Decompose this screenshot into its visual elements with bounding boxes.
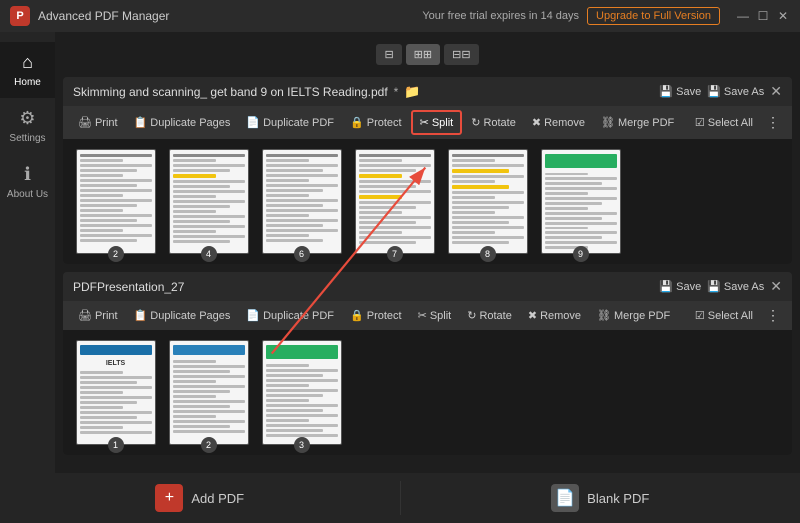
pdf2-remove-btn[interactable]: ✖ Remove — [521, 305, 588, 326]
add-pdf-icon: + — [155, 484, 183, 512]
pdf2-merge-btn[interactable]: ⛓ Merge PDF — [590, 305, 677, 326]
pdf1-split-btn[interactable]: ✂ Split — [411, 110, 463, 135]
pdf1-duplicate-pages-btn[interactable]: 📋 Duplicate Pages — [127, 112, 238, 133]
pdf2-header: PDFPresentation_27 💾 Save 💾 Save As ✕ — [63, 272, 792, 301]
pdf1-more-btn[interactable]: ⋮ — [762, 112, 784, 133]
sidebar-item-about[interactable]: ℹ About Us — [0, 154, 55, 210]
view-btn-3[interactable]: ⊟⊟ — [444, 44, 478, 65]
settings-icon: ⚙ — [19, 108, 35, 129]
content-area: ⊟ ⊞⊞ ⊟⊟ Skimming and scanning_ get band … — [55, 32, 800, 473]
add-pdf-button[interactable]: + Add PDF — [0, 473, 400, 523]
pdf1-protect-btn[interactable]: 🔒 Protect — [343, 112, 409, 133]
pdf1-pages: 2 — [63, 139, 792, 264]
pdf2-saveas-btn[interactable]: 💾 Save As — [707, 280, 764, 293]
rotate-icon: ↻ — [471, 116, 480, 129]
pdf2-split-btn[interactable]: ✂ Split — [411, 305, 459, 326]
protect2-icon: 🔒 — [350, 309, 364, 322]
checkbox2-icon: ☑ — [695, 309, 705, 322]
pdf1-close-btn[interactable]: ✕ — [770, 83, 782, 100]
page-thumb[interactable]: 9 — [538, 149, 623, 254]
page-thumb[interactable]: 2 — [73, 149, 158, 254]
add-pdf-label: Add PDF — [191, 491, 244, 506]
pdf1-print-btn[interactable]: 🖨 Print — [71, 112, 125, 133]
dup-pdf2-icon: 📄 — [246, 309, 260, 322]
split-icon: ✂ — [420, 116, 429, 129]
pdf1-title: Skimming and scanning_ get band 9 on IEL… — [73, 85, 388, 99]
sidebar-label-settings: Settings — [9, 133, 45, 144]
upgrade-button[interactable]: Upgrade to Full Version — [587, 7, 720, 25]
save-icon: 💾 — [659, 85, 673, 98]
info-icon: ℹ — [24, 164, 31, 185]
pdf-block-1: Skimming and scanning_ get band 9 on IEL… — [63, 77, 792, 264]
sidebar-label-home: Home — [14, 77, 41, 88]
blank-pdf-button[interactable]: 📄 Blank PDF — [401, 473, 800, 523]
page-thumb[interactable]: 7 — [352, 149, 437, 254]
pdf2-close-btn[interactable]: ✕ — [770, 278, 782, 295]
pdf1-header: Skimming and scanning_ get band 9 on IEL… — [63, 77, 792, 106]
bottom-bar: + Add PDF 📄 Blank PDF — [0, 473, 800, 523]
pdf2-protect-btn[interactable]: 🔒 Protect — [343, 305, 409, 326]
pdf1-merge-btn[interactable]: ⛓ Merge PDF — [594, 112, 681, 133]
pdf2-pages: IELTS — [63, 330, 792, 455]
close-button[interactable]: ✕ — [776, 9, 790, 23]
save2-icon: 💾 — [659, 280, 673, 293]
maximize-button[interactable]: ☐ — [756, 9, 770, 23]
pdf2-save-btn[interactable]: 💾 Save — [659, 280, 701, 293]
duplicate-pages-icon: 📋 — [134, 116, 148, 129]
pdf1-select-all-btn[interactable]: ☑ Select All — [688, 112, 760, 133]
merge-icon: ⛓ — [601, 116, 615, 129]
page-thumb[interactable]: IELTS — [73, 340, 158, 445]
pdf1-saveas-btn[interactable]: 💾 Save As — [707, 85, 764, 98]
page-thumb[interactable]: 3 — [259, 340, 344, 445]
sidebar: ⌂ Home ⚙ Settings ℹ About Us — [0, 32, 55, 473]
pdf1-save-btn[interactable]: 💾 Save — [659, 85, 701, 98]
rotate2-icon: ↻ — [467, 309, 476, 322]
pdf2-print-btn[interactable]: 🖨 Print — [71, 305, 125, 326]
print2-icon: 🖨 — [78, 309, 92, 322]
pdf1-folder-icon[interactable]: 📁 — [404, 84, 420, 100]
merge2-icon: ⛓ — [597, 309, 611, 322]
remove2-icon: ✖ — [528, 309, 537, 322]
checkbox-icon: ☑ — [695, 116, 705, 129]
trial-text: Your free trial expires in 14 days — [422, 10, 579, 22]
pdf2-more-btn[interactable]: ⋮ — [762, 305, 784, 326]
app-title: Advanced PDF Manager — [38, 9, 169, 23]
sidebar-item-home[interactable]: ⌂ Home — [0, 42, 55, 98]
print-icon: 🖨 — [78, 116, 92, 129]
pdf2-toolbar: 🖨 Print 📋 Duplicate Pages 📄 Duplicate PD… — [63, 301, 792, 330]
dup-pages2-icon: 📋 — [134, 309, 148, 322]
page-thumb[interactable]: 8 — [445, 149, 530, 254]
pdf1-modified-indicator: * — [394, 85, 399, 99]
pdf1-duplicate-pdf-btn[interactable]: 📄 Duplicate PDF — [239, 112, 341, 133]
page-thumb[interactable]: 4 — [166, 149, 251, 254]
pdf-block-2: PDFPresentation_27 💾 Save 💾 Save As ✕ — [63, 272, 792, 455]
home-icon: ⌂ — [22, 52, 33, 73]
pdf2-rotate-btn[interactable]: ↻ Rotate — [460, 305, 519, 326]
view-btn-2[interactable]: ⊞⊞ — [406, 44, 440, 65]
sidebar-item-settings[interactable]: ⚙ Settings — [0, 98, 55, 154]
saveas2-icon: 💾 — [707, 280, 721, 293]
pdf2-select-all-btn[interactable]: ☑ Select All — [688, 305, 760, 326]
pdf1-toolbar: 🖨 Print 📋 Duplicate Pages 📄 Duplicate PD… — [63, 106, 792, 139]
title-bar: P Advanced PDF Manager Your free trial e… — [0, 0, 800, 32]
pdf2-duplicate-pages-btn[interactable]: 📋 Duplicate Pages — [127, 305, 238, 326]
page-thumb[interactable]: 2 — [166, 340, 251, 445]
pdf2-title: PDFPresentation_27 — [73, 280, 184, 294]
saveas-icon: 💾 — [707, 85, 721, 98]
protect-icon: 🔒 — [350, 116, 364, 129]
duplicate-pdf-icon: 📄 — [246, 116, 260, 129]
blank-pdf-icon: 📄 — [551, 484, 579, 512]
pdf2-duplicate-pdf-btn[interactable]: 📄 Duplicate PDF — [239, 305, 341, 326]
split2-icon: ✂ — [418, 309, 427, 322]
pdf1-rotate-btn[interactable]: ↻ Rotate — [464, 112, 523, 133]
sidebar-label-about: About Us — [7, 189, 48, 200]
page-thumb[interactable]: 6 — [259, 149, 344, 254]
minimize-button[interactable]: — — [736, 9, 750, 23]
view-toolbar: ⊟ ⊞⊞ ⊟⊟ — [63, 40, 792, 69]
app-icon: P — [10, 6, 30, 26]
remove-icon: ✖ — [532, 116, 541, 129]
pdf1-remove-btn[interactable]: ✖ Remove — [525, 112, 592, 133]
view-btn-1[interactable]: ⊟ — [376, 44, 401, 65]
blank-pdf-label: Blank PDF — [587, 491, 649, 506]
